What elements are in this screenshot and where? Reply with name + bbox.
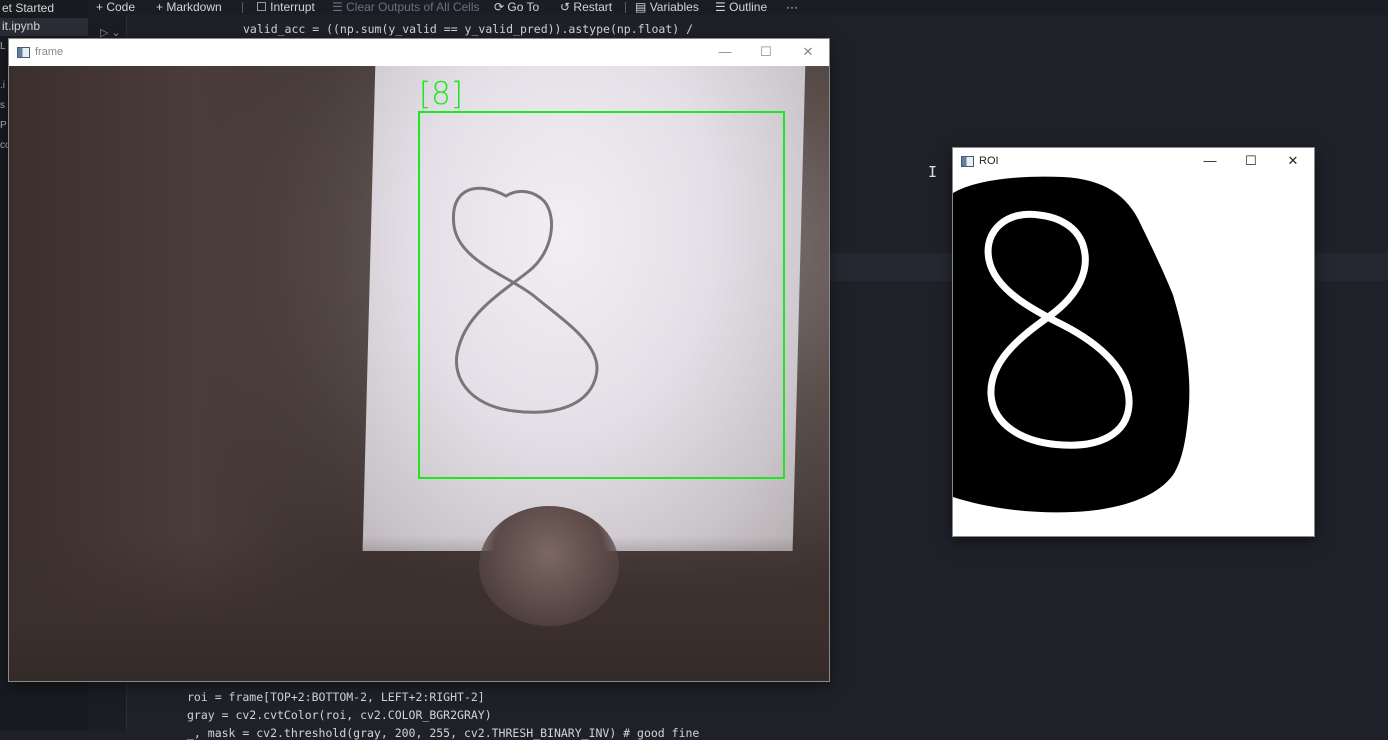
roi-window-title: ROI <box>979 155 999 167</box>
toolbar-divider <box>625 2 626 13</box>
variables-button[interactable]: ▤ Variables <box>635 0 699 15</box>
explorer-item[interactable]: P <box>0 120 7 131</box>
explorer-item[interactable]: L <box>0 41 6 52</box>
variables-label: Variables <box>649 0 699 14</box>
explorer-tab-notebook[interactable]: it.ipynb <box>0 18 88 36</box>
maximize-button[interactable]: ☐ <box>1231 153 1271 169</box>
prediction-label: [8] <box>419 76 463 112</box>
maximize-button[interactable]: ☐ <box>746 44 786 60</box>
close-button[interactable]: ✕ <box>1273 153 1313 169</box>
add-markdown-button[interactable]: + Markdown <box>156 0 222 15</box>
explorer-tab-getting-started[interactable]: et Started <box>0 0 54 18</box>
add-code-label: Code <box>106 0 136 14</box>
code-line-gray[interactable]: gray = cv2.cvtColor(roi, cv2.COLOR_BGR2G… <box>187 708 492 722</box>
outline-label: Outline <box>729 0 768 14</box>
code-line-roi[interactable]: roi = frame[TOP+2:BOTTOM-2, LEFT+2:RIGHT… <box>187 690 485 704</box>
goto-button[interactable]: ⟳ Go To <box>494 0 539 15</box>
outline-icon: ☰ <box>715 0 726 14</box>
close-button[interactable]: ✕ <box>788 44 828 60</box>
roi-mask-view <box>953 175 1314 536</box>
minimize-button[interactable]: — <box>1190 153 1230 168</box>
camera-frame: [8] <box>9 66 829 681</box>
explorer-item[interactable]: .i <box>0 80 5 91</box>
add-markdown-label: Markdown <box>166 0 222 14</box>
run-chevron-icon[interactable]: ▷ ⌄ <box>100 26 121 39</box>
i-beam-icon: I <box>928 163 938 181</box>
minimize-button[interactable]: — <box>705 44 745 59</box>
window-icon <box>961 156 974 167</box>
window-icon <box>17 47 30 58</box>
clear-outputs-label: Clear Outputs of All Cells <box>346 0 480 14</box>
clear-all-icon: ☰ <box>332 0 343 14</box>
add-code-button[interactable]: + Code <box>96 0 135 15</box>
frame-titlebar[interactable]: frame — ☐ ✕ <box>9 39 829 66</box>
more-actions-button[interactable]: ··· <box>786 0 798 15</box>
interrupt-label: Interrupt <box>270 0 315 14</box>
outline-button[interactable]: ☰ Outline <box>715 0 767 15</box>
frame-window-title: frame <box>35 46 64 58</box>
goto-icon: ⟳ <box>494 0 505 14</box>
interrupt-button[interactable]: ☐ Interrupt <box>256 0 315 15</box>
roi-window[interactable]: ROI — ☐ ✕ <box>953 148 1314 536</box>
notebook-toolbar: + Code + Markdown ☐ Interrupt ☰ Clear Ou… <box>88 0 1388 15</box>
detection-bounding-box <box>418 111 785 479</box>
frame-window[interactable]: frame — ☐ ✕ [8] <box>9 39 829 681</box>
variables-icon: ▤ <box>635 0 647 14</box>
restart-label: Restart <box>573 0 613 14</box>
clear-outputs-button[interactable]: ☰ Clear Outputs of All Cells <box>332 0 480 15</box>
stop-icon: ☐ <box>256 0 267 14</box>
code-line-valid-acc[interactable]: valid_acc = ((np.sum(y_valid == y_valid_… <box>243 22 693 36</box>
goto-label: Go To <box>507 0 540 14</box>
code-line-threshold[interactable]: _, mask = cv2.threshold(gray, 200, 255, … <box>187 726 699 740</box>
explorer-item[interactable]: s <box>0 100 5 111</box>
restart-button[interactable]: ↺ Restart <box>560 0 612 15</box>
roi-titlebar[interactable]: ROI — ☐ ✕ <box>953 148 1314 175</box>
restart-icon: ↺ <box>560 0 571 14</box>
thresholded-mask-image <box>953 175 1314 536</box>
toolbar-divider <box>242 2 243 13</box>
